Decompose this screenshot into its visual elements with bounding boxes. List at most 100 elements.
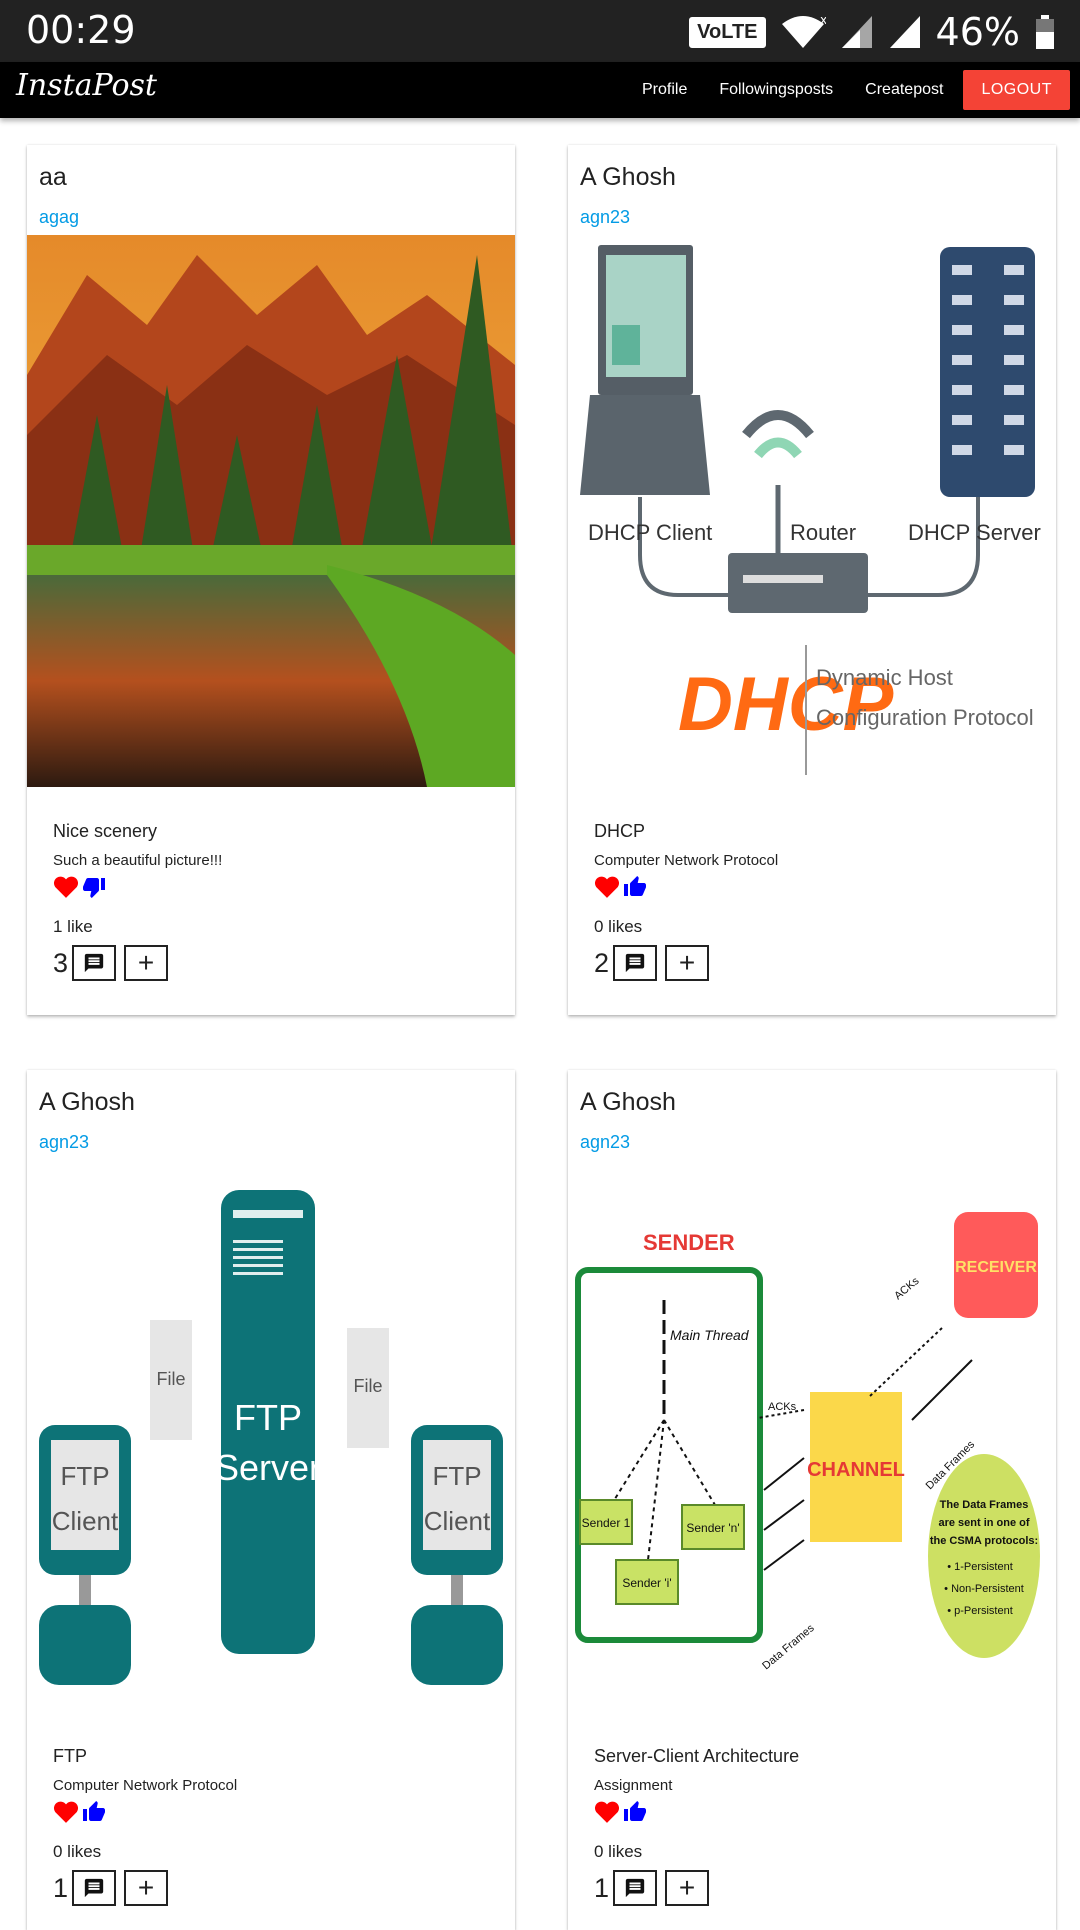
thumb-up-icon[interactable] — [81, 1800, 107, 1824]
ftp-client-right-2: Client — [424, 1506, 491, 1536]
dhcp-server-label: DHCP Server — [908, 520, 1041, 545]
sender-1-label: Sender 1 — [582, 1516, 631, 1530]
note-line-2: are sent in one of — [938, 1517, 1029, 1529]
post-title: Server-Client Architecture — [594, 1746, 800, 1766]
post-reactions — [594, 1800, 648, 1826]
post-author-handle[interactable]: agag — [39, 207, 79, 228]
thumb-down-icon[interactable] — [81, 875, 107, 899]
battery-icon — [1036, 15, 1054, 49]
note-line-5: • Non-Persistent — [944, 1583, 1024, 1595]
post-image: DHCP Client Router DHCP Server DHCP Dyna… — [568, 235, 1056, 787]
comment-button[interactable] — [72, 1870, 117, 1906]
post-author-handle[interactable]: agn23 — [580, 207, 630, 228]
comment-icon — [625, 1878, 645, 1898]
post-title: FTP — [53, 1746, 87, 1766]
thumb-up-icon[interactable] — [622, 1800, 648, 1824]
dhcp-tagline-1: Dynamic Host — [816, 665, 953, 690]
volte-icon: VoLTE — [689, 16, 766, 48]
comment-button[interactable] — [613, 945, 658, 981]
post-card: aa agag Nice scenery Such a beautiful pi… — [27, 145, 515, 1015]
ftp-client-left-2: Client — [52, 1506, 119, 1536]
post-reactions — [53, 1800, 107, 1826]
plus-icon: + — [678, 1872, 696, 1903]
post-image: FTP Server File File FTP Client FTP Clie… — [27, 1160, 515, 1712]
post-author-name: A Ghosh — [580, 1088, 676, 1116]
acks-label: ACKs — [768, 1401, 797, 1413]
post-author-name: A Ghosh — [39, 1088, 135, 1116]
sender-n-label: Sender 'n' — [686, 1521, 739, 1535]
clock: 00:29 — [26, 8, 136, 52]
plus-icon: + — [137, 1872, 155, 1903]
sender-i-label: Sender 'i' — [622, 1576, 671, 1590]
nav-followingsposts[interactable]: Followingsposts — [719, 81, 833, 99]
channel-label: CHANNEL — [807, 1459, 905, 1481]
post-reactions — [594, 875, 648, 901]
file-label-left: File — [156, 1369, 185, 1389]
post-likes: 0 likes — [594, 917, 643, 936]
post-image: SENDER Main Thread Sender 1 Sender 'n' S… — [568, 1160, 1056, 1712]
note-line-4: • 1-Persistent — [947, 1561, 1013, 1573]
add-comment-button[interactable]: + — [665, 1870, 710, 1906]
post-card: A Ghosh agn23 SENDER Main Thread Sender … — [568, 1070, 1056, 1930]
nav-profile[interactable]: Profile — [642, 81, 687, 99]
post-author-handle[interactable]: agn23 — [39, 1132, 89, 1153]
nav-links: Profile Followingsposts Createpost LOGOU… — [626, 62, 1070, 118]
nav-createpost[interactable]: Createpost — [865, 81, 943, 99]
comment-button[interactable] — [72, 945, 117, 981]
wifi-icon: x — [781, 14, 826, 48]
status-bar: 00:29 VoLTE x 46% — [0, 0, 1080, 62]
heart-icon[interactable] — [594, 875, 620, 899]
sender-label: SENDER — [643, 1230, 735, 1255]
ftp-server-label-2: Server — [215, 1447, 321, 1488]
post-body: Such a beautiful picture!!! — [53, 852, 223, 869]
ftp-server-label-1: FTP — [234, 1397, 302, 1438]
plus-icon: + — [678, 947, 696, 978]
post-title: DHCP — [594, 821, 646, 841]
receiver-label: RECEIVER — [955, 1259, 1037, 1276]
brand-logo[interactable]: InstaPost — [16, 68, 157, 103]
heart-icon[interactable] — [594, 1800, 620, 1824]
battery-percent: 46% — [935, 10, 1020, 54]
comment-icon — [84, 953, 104, 973]
signal-icon — [841, 16, 872, 48]
note-line-6: • p-Persistent — [947, 1605, 1013, 1617]
comment-icon — [625, 953, 645, 973]
comment-count: 3 — [53, 947, 69, 978]
add-comment-button[interactable]: + — [124, 945, 169, 981]
post-actions: 1 + — [594, 1870, 710, 1906]
main-thread-label: Main Thread — [670, 1327, 750, 1343]
signal-icon-2 — [889, 16, 920, 48]
navbar: InstaPost Profile Followingsposts Create… — [0, 62, 1080, 118]
router-label: Router — [790, 520, 856, 545]
post-image — [27, 235, 515, 787]
post-reactions — [53, 875, 107, 901]
post-card: A Ghosh agn23 FTP Server File File FTP C… — [27, 1070, 515, 1930]
note-line-3: the CSMA protocols: — [930, 1535, 1038, 1547]
post-body: Computer Network Protocol — [594, 852, 779, 869]
post-title: Nice scenery — [53, 821, 158, 841]
dhcp-client-label: DHCP Client — [588, 520, 712, 545]
heart-icon[interactable] — [53, 1800, 79, 1824]
thumb-up-icon[interactable] — [622, 875, 648, 899]
comment-icon — [84, 1878, 104, 1898]
post-author-name: aa — [39, 163, 67, 191]
comment-button[interactable] — [613, 1870, 658, 1906]
ftp-client-left-1: FTP — [60, 1461, 109, 1491]
post-actions: 2 + — [594, 945, 710, 981]
add-comment-button[interactable]: + — [124, 1870, 169, 1906]
post-likes: 0 likes — [53, 1842, 102, 1861]
dhcp-tagline-2: Configuration Protocol — [816, 705, 1034, 730]
heart-icon[interactable] — [53, 875, 79, 899]
svg-text:x: x — [820, 14, 826, 27]
plus-icon: + — [137, 947, 155, 978]
post-body: Computer Network Protocol — [53, 1777, 238, 1794]
comment-count: 1 — [594, 1872, 610, 1903]
post-likes: 1 like — [53, 917, 93, 936]
post-author-handle[interactable]: agn23 — [580, 1132, 630, 1153]
post-actions: 3 + — [53, 945, 169, 981]
comment-count: 1 — [53, 1872, 69, 1903]
ftp-client-right-1: FTP — [432, 1461, 481, 1491]
file-label-right: File — [353, 1376, 382, 1396]
add-comment-button[interactable]: + — [665, 945, 710, 981]
logout-button[interactable]: LOGOUT — [963, 70, 1070, 110]
